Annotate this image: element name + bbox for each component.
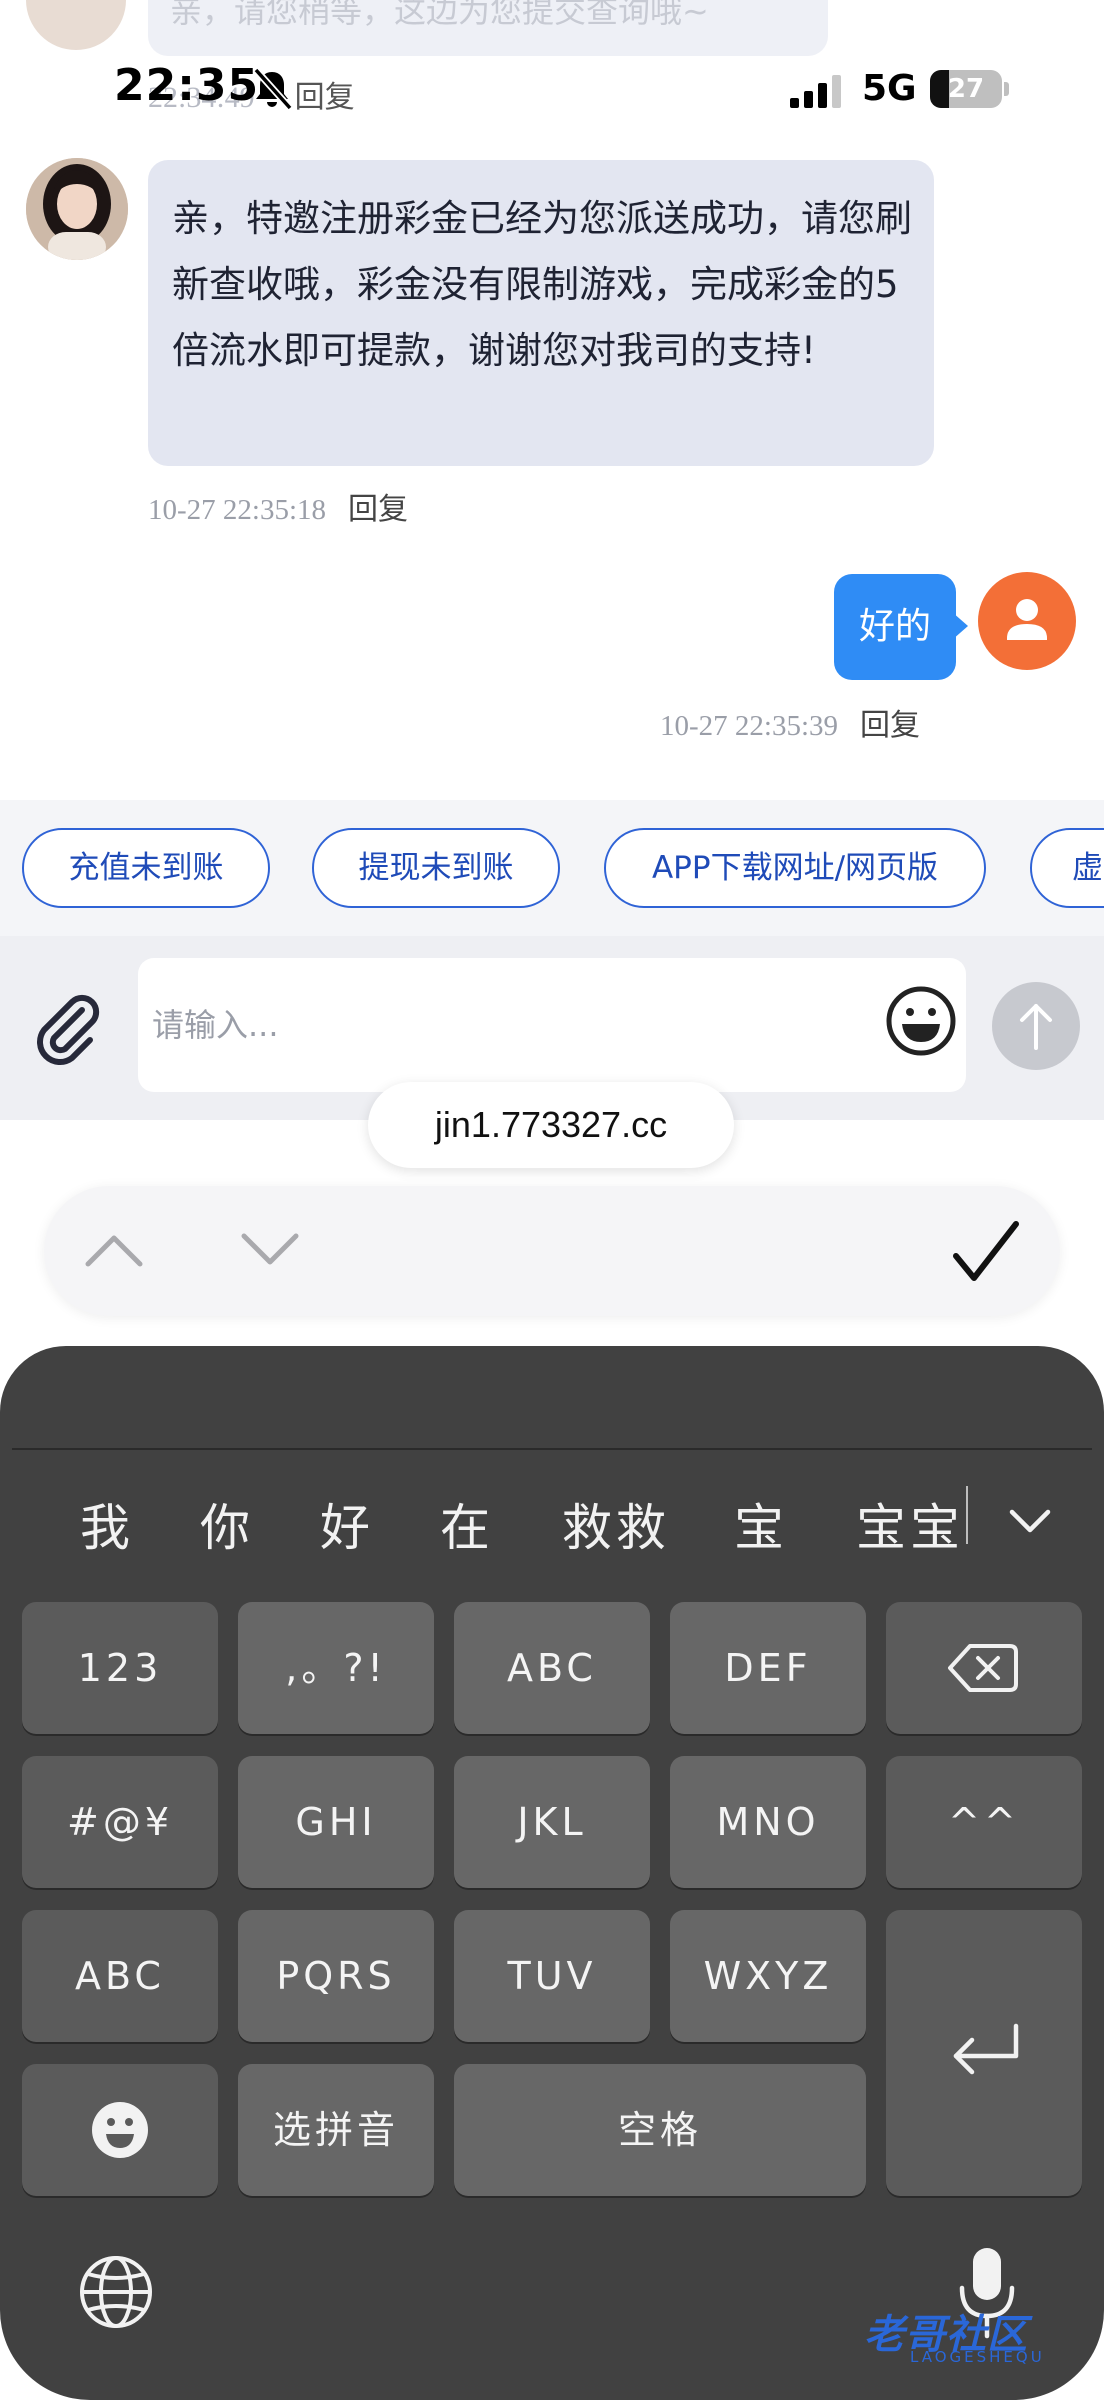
candidate-word[interactable]: 在	[440, 1488, 494, 1560]
candidate-word[interactable]: 宝宝	[856, 1488, 964, 1560]
emoji-key[interactable]	[22, 2064, 218, 2196]
delete-key[interactable]	[886, 1602, 1082, 1734]
candidate-scroll-marker	[966, 1486, 968, 1544]
previous-message-text: 亲，请您稍等，这边为您提交查询哦~	[170, 0, 709, 30]
globe-icon[interactable]	[76, 2252, 156, 2332]
key-def[interactable]: DEF	[670, 1602, 866, 1734]
emoji-icon[interactable]	[884, 984, 958, 1058]
candidate-word[interactable]: 我	[80, 1488, 134, 1560]
key-tuv[interactable]: TUV	[454, 1910, 650, 2042]
agent-message-bubble: 亲，特邀注册彩金已经为您派送成功，请您刷新查收哦，彩金没有限制游戏，完成彩金的5…	[148, 160, 934, 466]
quick-reply-partial[interactable]: 虚	[1030, 828, 1104, 908]
key-pqrs[interactable]: PQRS	[238, 1910, 434, 2042]
key-jkl[interactable]: JKL	[454, 1756, 650, 1888]
battery-tip	[1004, 82, 1009, 96]
watermark-subtext: LAOGESHEQU	[910, 2348, 1045, 2366]
user-avatar[interactable]	[978, 572, 1076, 670]
user-message-timestamp: 10-27 22:35:39	[660, 710, 839, 742]
candidate-word[interactable]: 你	[200, 1488, 254, 1560]
battery-level: 27	[947, 74, 985, 104]
key-wxyz[interactable]: WXYZ	[670, 1910, 866, 2042]
key-english-mode[interactable]: ABC	[22, 1910, 218, 2042]
paperclip-icon[interactable]	[30, 990, 106, 1066]
status-time: 22:35	[114, 60, 260, 111]
bell-muted-icon	[253, 67, 293, 111]
form-navigation-toolbar	[44, 1186, 1060, 1316]
quick-reply-recharge[interactable]: 充值未到账	[22, 828, 270, 908]
cellular-signal-icon	[790, 75, 841, 108]
message-input-placeholder: 请输入...	[152, 1006, 279, 1044]
quick-reply-app-download[interactable]: APP下载网址/网页版	[604, 828, 986, 908]
previous-agent-avatar	[26, 0, 126, 50]
key-punctuation[interactable]: ,。?!	[238, 1602, 434, 1734]
key-numbers[interactable]: 123	[22, 1602, 218, 1734]
previous-reply-link[interactable]: 回复	[295, 80, 355, 115]
arrow-up-icon	[1020, 1004, 1052, 1050]
candidate-word[interactable]: 救救	[562, 1488, 670, 1560]
emoji-face-icon	[92, 2102, 148, 2158]
key-kaomoji[interactable]: ^^	[886, 1756, 1082, 1888]
agent-reply-link[interactable]: 回复	[348, 492, 408, 527]
quick-reply-withdraw[interactable]: 提现未到账	[312, 828, 560, 908]
checkmark-done-icon[interactable]	[950, 1218, 1022, 1286]
return-key[interactable]	[886, 1910, 1082, 2196]
user-bubble-tail	[952, 612, 968, 640]
autofill-url-suggestion[interactable]: jin1.773327.cc	[368, 1082, 734, 1168]
user-reply-link[interactable]: 回复	[860, 708, 920, 743]
network-type: 5G	[862, 68, 917, 109]
key-symbols[interactable]: #@¥	[22, 1756, 218, 1888]
candidate-divider	[12, 1448, 1092, 1450]
backspace-icon	[948, 1644, 1018, 1692]
user-person-icon	[1007, 599, 1047, 640]
agent-message-timestamp: 10-27 22:35:18	[148, 494, 327, 526]
return-arrow-icon	[953, 2023, 1019, 2075]
user-message-meta: 10-27 22:35:39 回复	[660, 700, 920, 744]
candidate-word[interactable]: 好	[320, 1488, 374, 1560]
key-select-pinyin[interactable]: 选拼音	[238, 2064, 434, 2196]
chevron-down-icon[interactable]	[238, 1222, 302, 1278]
space-key[interactable]: 空格	[454, 2064, 866, 2196]
user-message-bubble: 好的	[834, 574, 956, 680]
agent-avatar[interactable]	[26, 158, 128, 260]
chevron-up-icon[interactable]	[82, 1222, 146, 1278]
candidate-expand-chevron-icon[interactable]	[1004, 1500, 1056, 1542]
candidate-word[interactable]: 宝	[734, 1488, 788, 1560]
send-button[interactable]	[992, 982, 1080, 1070]
key-mno[interactable]: MNO	[670, 1756, 866, 1888]
key-ghi[interactable]: GHI	[238, 1756, 434, 1888]
agent-message-meta: 10-27 22:35:18 回复	[148, 484, 408, 528]
agent-avatar-image	[26, 158, 128, 260]
battery-indicator: 27	[930, 70, 1002, 108]
key-abc[interactable]: ABC	[454, 1602, 650, 1734]
